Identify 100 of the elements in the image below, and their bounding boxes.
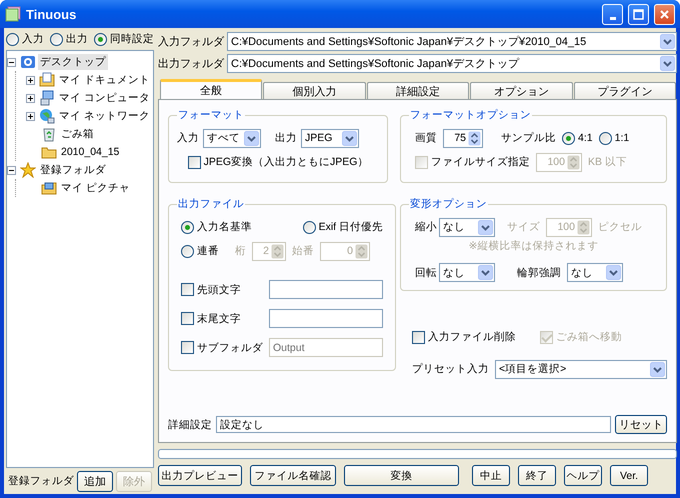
checkbox[interactable] — [181, 312, 194, 325]
label: 詳細設定 — [168, 418, 212, 432]
radio-button[interactable] — [94, 32, 107, 46]
tree-item[interactable]: マイ ドキュメント — [57, 72, 152, 88]
dropdown[interactable]: なし — [439, 263, 495, 282]
folder-dropdown[interactable]: C:¥Documents and Settings¥Softonic Japan¥デスクトップ¥2010_04_15 — [227, 32, 677, 50]
radio-label: 入力名基準 — [197, 220, 252, 234]
collapse-icon[interactable] — [7, 166, 16, 174]
label: サンプル比 — [501, 131, 556, 145]
spin-field[interactable]: 75 — [443, 128, 483, 148]
caret-icon — [660, 56, 675, 70]
checkbox[interactable] — [181, 283, 194, 296]
dropdown[interactable]: なし — [567, 263, 623, 282]
label: プリセット入力 — [412, 362, 489, 376]
button[interactable]: ヘルプ — [564, 465, 602, 486]
radio-label: 4:1 — [578, 132, 593, 144]
dropdown[interactable]: JPEG — [301, 128, 359, 148]
button[interactable]: 追加 — [77, 470, 113, 492]
label: KB 以下 — [588, 155, 627, 169]
spinner-icon — [271, 244, 284, 258]
caret-icon — [342, 130, 357, 146]
tree-item[interactable]: マイ ネットワーク — [57, 108, 152, 124]
tab[interactable]: 全般 — [160, 79, 262, 99]
label: 入力 — [177, 131, 199, 145]
radio-label: Exif 日付優先 — [318, 220, 383, 234]
checkbox[interactable] — [188, 156, 201, 168]
label: 入力フォルダ — [158, 34, 224, 48]
picture-folder-icon — [41, 180, 57, 196]
maximize-button[interactable] — [628, 4, 649, 24]
checkbox[interactable] — [412, 330, 425, 344]
folder-dropdown[interactable]: C:¥Documents and Settings¥Softonic Japan¥デスクトップ — [227, 54, 677, 72]
button[interactable]: 出力プレビュー — [158, 465, 242, 486]
text-field[interactable] — [269, 309, 383, 328]
button[interactable]: ファイル名確認 — [250, 465, 336, 486]
radio-label: 連番 — [197, 244, 219, 258]
expand-icon[interactable] — [26, 76, 35, 84]
spinner-icon — [577, 220, 590, 234]
radio-button[interactable] — [598, 132, 612, 144]
label: 桁 — [235, 244, 246, 258]
close-button[interactable] — [654, 4, 675, 24]
dropdown[interactable]: すべて — [203, 128, 261, 148]
radio-label: 出力 — [66, 32, 88, 46]
radio-button[interactable] — [181, 244, 194, 258]
tree-item[interactable]: マイ ピクチャ — [59, 180, 132, 196]
radio-button[interactable] — [50, 32, 63, 46]
button[interactable]: 変換 — [344, 465, 459, 486]
button[interactable]: Ver. — [610, 465, 648, 486]
label: ピクセル — [598, 220, 642, 234]
caret-icon — [650, 362, 665, 376]
spinner-icon — [355, 244, 368, 258]
minimize-button[interactable] — [602, 4, 623, 24]
tree-item[interactable]: 登録フォルダ — [38, 162, 108, 178]
collapse-icon[interactable] — [7, 58, 16, 66]
close-icon — [659, 8, 670, 20]
caret-icon — [244, 130, 259, 146]
label: 出力フォルダ — [158, 56, 224, 70]
hint-text: ※縦横比率は保持されます — [468, 239, 600, 253]
expand-icon[interactable] — [26, 112, 35, 120]
tab[interactable]: 詳細設定 — [366, 82, 470, 99]
star-icon — [20, 162, 36, 178]
text-field[interactable] — [269, 280, 383, 299]
radio-button[interactable] — [6, 32, 19, 46]
label: 画質 — [415, 131, 437, 145]
radio-button[interactable] — [562, 132, 575, 144]
caret-icon — [478, 265, 493, 280]
dropdown[interactable]: <項目を選択> — [495, 360, 667, 378]
group-title: 出力ファイル — [177, 197, 245, 211]
dropdown[interactable]: なし — [439, 218, 495, 236]
text-field[interactable]: Output — [269, 338, 383, 357]
caret-icon — [606, 265, 621, 280]
tree-item[interactable]: マイ コンピュータ — [57, 90, 152, 106]
caret-icon — [478, 220, 493, 234]
reset-button[interactable]: リセット — [615, 415, 667, 434]
tree-item[interactable]: 2010_04_15 — [59, 145, 122, 159]
checkbox[interactable] — [181, 341, 194, 354]
checkbox-label: 入力ファイル削除 — [428, 330, 516, 344]
radio-label: 入力 — [22, 32, 44, 46]
minimize-icon — [610, 16, 616, 20]
label: 輪郭強調 — [517, 266, 561, 280]
radio-button[interactable] — [181, 220, 194, 234]
expand-icon[interactable] — [26, 94, 35, 102]
radio-label: 1:1 — [614, 132, 630, 144]
tree-item[interactable]: ごみ箱 — [59, 126, 96, 142]
tab[interactable]: プラグイン — [574, 82, 676, 99]
tab[interactable]: 個別入力 — [263, 82, 366, 99]
button[interactable]: 中止 — [472, 465, 510, 486]
tab[interactable]: オプション — [470, 82, 573, 99]
label: 始番 — [292, 244, 314, 258]
label: 回転 — [415, 266, 437, 280]
text-field[interactable]: 設定なし — [216, 416, 611, 433]
label: 登録フォルダ — [8, 474, 74, 488]
checkbox-label: 末尾文字 — [197, 312, 241, 326]
checkbox-label: 先頭文字 — [197, 282, 241, 296]
button[interactable]: 終了 — [518, 465, 556, 486]
radio-button[interactable] — [302, 220, 316, 234]
computer-icon — [39, 90, 55, 106]
tree-item[interactable]: デスクトップ — [38, 54, 108, 70]
window-title: Tinuous — [26, 6, 78, 22]
bin-icon — [41, 126, 57, 142]
checkbox-label: サブフォルダ — [197, 340, 263, 354]
